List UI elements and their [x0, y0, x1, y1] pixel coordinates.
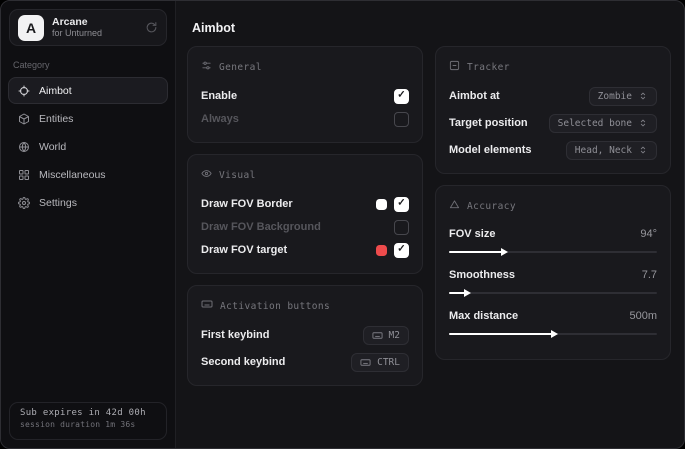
brand-card: A Arcane for Unturned	[9, 9, 167, 46]
setting-row-aimbot-at: Aimbot at Zombie	[449, 85, 657, 107]
panel-accuracy: Accuracy FOV size 94° Smoothness	[435, 185, 671, 360]
panel-title: Accuracy	[467, 201, 516, 212]
panel-title: Activation buttons	[220, 301, 330, 312]
slider-thumb[interactable]	[464, 289, 471, 297]
page-title: Aimbot	[192, 21, 235, 35]
eye-icon	[201, 166, 212, 184]
setting-row-enable: Enable ✓	[201, 85, 409, 107]
sidebar-item-label: World	[39, 141, 66, 153]
app-window: A Arcane for Unturned Category Aimbot	[0, 0, 685, 449]
smoothness-slider[interactable]	[449, 286, 657, 300]
scan-icon	[449, 58, 460, 76]
slider-thumb[interactable]	[501, 248, 508, 256]
max-distance-value: 500m	[629, 310, 657, 322]
target-position-dropdown[interactable]: Selected bone	[549, 114, 657, 133]
setting-row-fov-target: Draw FOV target ✓	[201, 239, 409, 261]
fov-background-checkbox[interactable]	[394, 220, 409, 235]
sidebar: A Arcane for Unturned Category Aimbot	[1, 1, 176, 448]
aimbot-at-dropdown[interactable]: Zombie	[589, 87, 657, 106]
slider-thumb[interactable]	[551, 330, 558, 338]
subscription-info: Sub expires in 42d 00h session duration …	[9, 402, 167, 440]
setting-row-smoothness: Smoothness 7.7	[449, 265, 657, 300]
panel-title: Visual	[219, 170, 256, 181]
category-label: Category	[13, 60, 163, 70]
panel-visual: Visual Draw FOV Border ✓ Draw FOV Backgr…	[187, 154, 423, 274]
panel-general: General Enable ✓ Always	[187, 46, 423, 143]
setting-row-second-keybind: Second keybind CTRL	[201, 351, 409, 373]
globe-icon	[18, 141, 30, 153]
crosshair-icon	[18, 85, 30, 97]
fov-target-checkbox[interactable]: ✓	[394, 243, 409, 258]
max-distance-slider[interactable]	[449, 327, 657, 341]
panel-activation-buttons: Activation buttons First keybind M2	[187, 285, 423, 386]
sidebar-item-label: Aimbot	[39, 85, 72, 97]
first-keybind-button[interactable]: M2	[363, 326, 409, 345]
fov-border-checkbox[interactable]: ✓	[394, 197, 409, 212]
brand-subtitle: for Unturned	[52, 28, 137, 38]
main-content: Aimbot General Enable ✓	[176, 1, 684, 448]
chevron-up-down-icon	[638, 145, 648, 155]
sidebar-item-label: Settings	[39, 197, 77, 209]
setting-row-fov-background: Draw FOV Background	[201, 216, 409, 238]
setting-row-model-elements: Model elements Head, Neck	[449, 139, 657, 161]
setting-row-first-keybind: First keybind M2	[201, 324, 409, 346]
session-duration-text: session duration 1m 36s	[20, 420, 156, 429]
sidebar-item-label: Entities	[39, 113, 73, 125]
cube-icon	[18, 113, 30, 125]
sub-expiry-text: Sub expires in 42d 00h	[20, 408, 156, 418]
sidebar-item-settings[interactable]: Settings	[8, 189, 168, 216]
fov-size-value: 94°	[640, 228, 657, 240]
grid-icon	[18, 169, 30, 181]
color-swatch-white[interactable]	[376, 199, 387, 210]
setting-row-target-position: Target position Selected bone	[449, 112, 657, 134]
sliders-icon	[201, 58, 212, 76]
second-keybind-button[interactable]: CTRL	[351, 353, 409, 372]
smoothness-value: 7.7	[642, 269, 657, 281]
panel-title: Tracker	[467, 62, 510, 73]
refresh-icon[interactable]	[145, 21, 158, 34]
always-checkbox[interactable]	[394, 112, 409, 127]
setting-row-max-distance: Max distance 500m	[449, 306, 657, 341]
setting-row-always: Always	[201, 108, 409, 130]
chevron-up-down-icon	[638, 91, 648, 101]
fov-size-slider[interactable]	[449, 245, 657, 259]
sidebar-item-miscellaneous[interactable]: Miscellaneous	[8, 161, 168, 188]
keyboard-icon	[372, 330, 383, 341]
setting-row-fov-border: Draw FOV Border ✓	[201, 193, 409, 215]
keyboard-icon	[201, 297, 213, 315]
sidebar-item-aimbot[interactable]: Aimbot	[8, 77, 168, 104]
model-elements-dropdown[interactable]: Head, Neck	[566, 141, 657, 160]
setting-row-fov-size: FOV size 94°	[449, 224, 657, 259]
enable-checkbox[interactable]: ✓	[394, 89, 409, 104]
sidebar-item-label: Miscellaneous	[39, 169, 106, 181]
gear-icon	[18, 197, 30, 209]
triangle-icon	[449, 197, 460, 215]
panel-tracker: Tracker Aimbot at Zombie	[435, 46, 671, 174]
sidebar-nav: Aimbot Entities World	[1, 77, 175, 216]
brand-name: Arcane	[52, 16, 137, 28]
chevron-up-down-icon	[638, 118, 648, 128]
sidebar-item-entities[interactable]: Entities	[8, 105, 168, 132]
sidebar-item-world[interactable]: World	[8, 133, 168, 160]
panel-title: General	[219, 62, 262, 73]
color-swatch-red[interactable]	[376, 245, 387, 256]
brand-logo: A	[18, 15, 44, 41]
keyboard-icon	[360, 357, 371, 368]
